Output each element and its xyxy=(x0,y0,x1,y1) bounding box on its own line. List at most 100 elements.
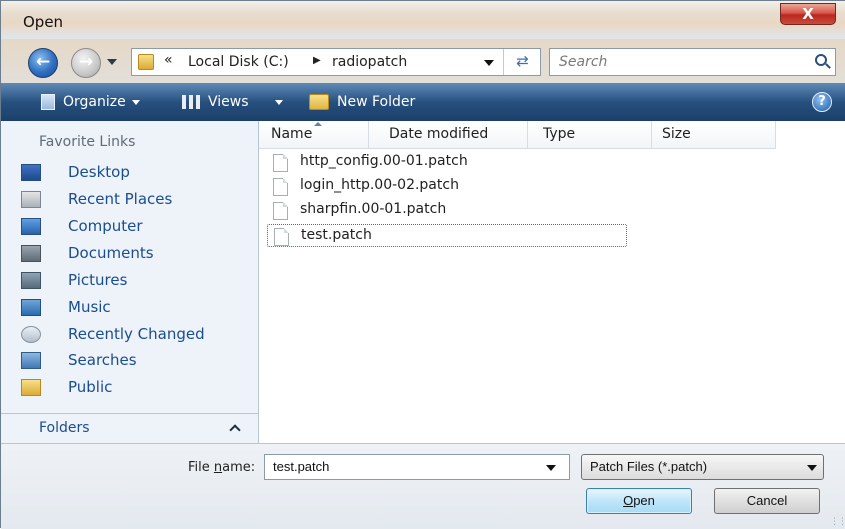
address-row: ← → « Local Disk (C:) ▶ radiopatch ⇄ Sea… xyxy=(1,39,845,83)
desktop-icon xyxy=(21,164,41,181)
open-button-accelerator: O xyxy=(623,493,634,508)
nav-item-desktop[interactable]: Desktop xyxy=(21,161,251,185)
cancel-button[interactable]: Cancel xyxy=(714,488,820,514)
navigation-pane: Favorite Links Desktop Recent Places Com… xyxy=(1,121,259,443)
nav-item-label: Desktop xyxy=(68,163,130,181)
chevron-down-icon xyxy=(807,465,817,471)
column-header-size[interactable]: Size xyxy=(652,121,776,149)
file-name: test.patch xyxy=(301,227,372,243)
nav-item-pictures[interactable]: Pictures xyxy=(21,269,251,293)
nav-item-label: Searches xyxy=(68,351,137,369)
file-type-value: Patch Files (*.patch) xyxy=(590,459,708,474)
recent-pages-dropdown-icon[interactable] xyxy=(107,59,117,65)
folders-label: Folders xyxy=(39,420,90,436)
nav-item-recent-places[interactable]: Recent Places xyxy=(21,188,251,212)
nav-item-music[interactable]: Music xyxy=(21,296,251,320)
pictures-icon xyxy=(21,272,41,289)
favorite-links-heading: Favorite Links xyxy=(39,134,136,150)
column-label: Size xyxy=(662,126,691,142)
recent-places-icon xyxy=(21,191,41,208)
file-icon xyxy=(273,178,288,196)
breadcrumb-radiopatch[interactable]: radiopatch xyxy=(332,54,407,70)
recently-changed-icon xyxy=(21,326,41,343)
title-bar: Open X xyxy=(1,1,845,39)
address-bar[interactable]: « Local Disk (C:) ▶ radiopatch ⇄ xyxy=(131,48,541,76)
file-list: Name Date modified Type Size http_config… xyxy=(259,121,845,443)
resize-grip-icon[interactable]: ⋮⋮ xyxy=(830,517,845,527)
organize-icon xyxy=(41,94,55,110)
file-name-label-text: File xyxy=(188,460,214,475)
command-toolbar: Organize Views New Folder ? xyxy=(1,83,845,121)
column-label: Type xyxy=(543,126,576,142)
file-row[interactable]: login_http.00-02.patch xyxy=(267,175,627,198)
nav-item-label: Documents xyxy=(68,244,154,262)
organize-button[interactable]: Organize xyxy=(41,83,140,121)
organize-caret-icon xyxy=(131,99,140,105)
back-button[interactable]: ← xyxy=(28,48,58,78)
nav-item-computer[interactable]: Computer xyxy=(21,215,251,239)
documents-icon xyxy=(21,245,41,262)
nav-item-label: Recent Places xyxy=(68,190,173,208)
bottom-panel: File name: test.patch Patch Files (*.pat… xyxy=(1,443,845,529)
nav-item-label: Computer xyxy=(68,217,143,235)
search-icon[interactable] xyxy=(815,54,827,66)
search-input[interactable]: Search xyxy=(559,54,607,70)
searches-icon xyxy=(21,352,41,369)
file-name-field[interactable]: test.patch xyxy=(264,454,570,480)
nav-item-label: Recently Changed xyxy=(68,325,205,343)
column-header-type[interactable]: Type xyxy=(528,121,652,149)
organize-label: Organize xyxy=(63,94,126,110)
search-box[interactable]: Search xyxy=(549,48,836,76)
file-name: sharpfin.00-01.patch xyxy=(300,201,447,217)
file-row-selected[interactable]: test.patch xyxy=(267,224,627,247)
close-icon: X xyxy=(802,5,814,23)
new-folder-icon xyxy=(309,94,329,110)
views-icon xyxy=(182,95,200,109)
new-folder-button[interactable]: New Folder xyxy=(309,83,415,121)
nav-item-label: Pictures xyxy=(68,271,128,289)
help-icon[interactable]: ? xyxy=(812,92,832,112)
window-title: Open xyxy=(23,13,64,31)
open-file-dialog: Open X ← → « Local Disk (C:) ▶ radiopatc… xyxy=(0,0,845,529)
file-name-label: File name: xyxy=(188,460,255,475)
address-dropdown-icon[interactable] xyxy=(484,60,494,66)
file-name: login_http.00-02.patch xyxy=(300,177,459,193)
chevron-up-icon xyxy=(229,424,241,436)
nav-item-searches[interactable]: Searches xyxy=(21,349,251,373)
computer-icon xyxy=(21,218,41,235)
views-label: Views xyxy=(208,94,249,110)
public-folder-icon xyxy=(21,379,41,396)
file-name-dropdown-icon[interactable] xyxy=(546,465,556,471)
close-button[interactable]: X xyxy=(780,3,836,25)
file-row[interactable]: http_config.00-01.patch xyxy=(267,151,627,174)
refresh-button[interactable]: ⇄ xyxy=(503,49,541,75)
file-name-label-accelerator: n xyxy=(213,460,223,475)
refresh-icon: ⇄ xyxy=(516,52,529,70)
folders-toggle[interactable]: Folders xyxy=(1,413,258,443)
column-header-date-modified[interactable]: Date modified xyxy=(369,121,528,149)
breadcrumb-local-disk[interactable]: Local Disk (C:) xyxy=(188,54,289,70)
music-icon xyxy=(21,299,41,316)
file-icon xyxy=(273,202,288,220)
file-name-label-text: ame: xyxy=(222,460,256,475)
file-icon xyxy=(274,228,289,246)
file-type-select[interactable]: Patch Files (*.patch) xyxy=(581,454,824,480)
file-name: http_config.00-01.patch xyxy=(300,153,468,169)
nav-item-recently-changed[interactable]: Recently Changed xyxy=(21,323,251,347)
file-row[interactable]: sharpfin.00-01.patch xyxy=(267,199,627,222)
open-button[interactable]: Open xyxy=(586,488,692,514)
new-folder-label: New Folder xyxy=(337,94,416,110)
column-header-name[interactable]: Name xyxy=(259,121,369,149)
breadcrumb-separator-icon[interactable]: ▶ xyxy=(313,55,321,66)
breadcrumb-overflow-icon[interactable]: « xyxy=(164,52,173,68)
nav-item-documents[interactable]: Documents xyxy=(21,242,251,266)
column-label: Name xyxy=(271,126,313,142)
views-button[interactable]: Views xyxy=(182,83,249,121)
sort-ascending-icon xyxy=(314,122,322,126)
views-dropdown-button[interactable] xyxy=(269,83,283,121)
forward-button[interactable]: → xyxy=(71,48,101,78)
folder-icon xyxy=(138,54,154,70)
nav-item-public[interactable]: Public xyxy=(21,376,251,400)
nav-item-label: Music xyxy=(68,298,111,316)
nav-item-label: Public xyxy=(68,378,113,396)
